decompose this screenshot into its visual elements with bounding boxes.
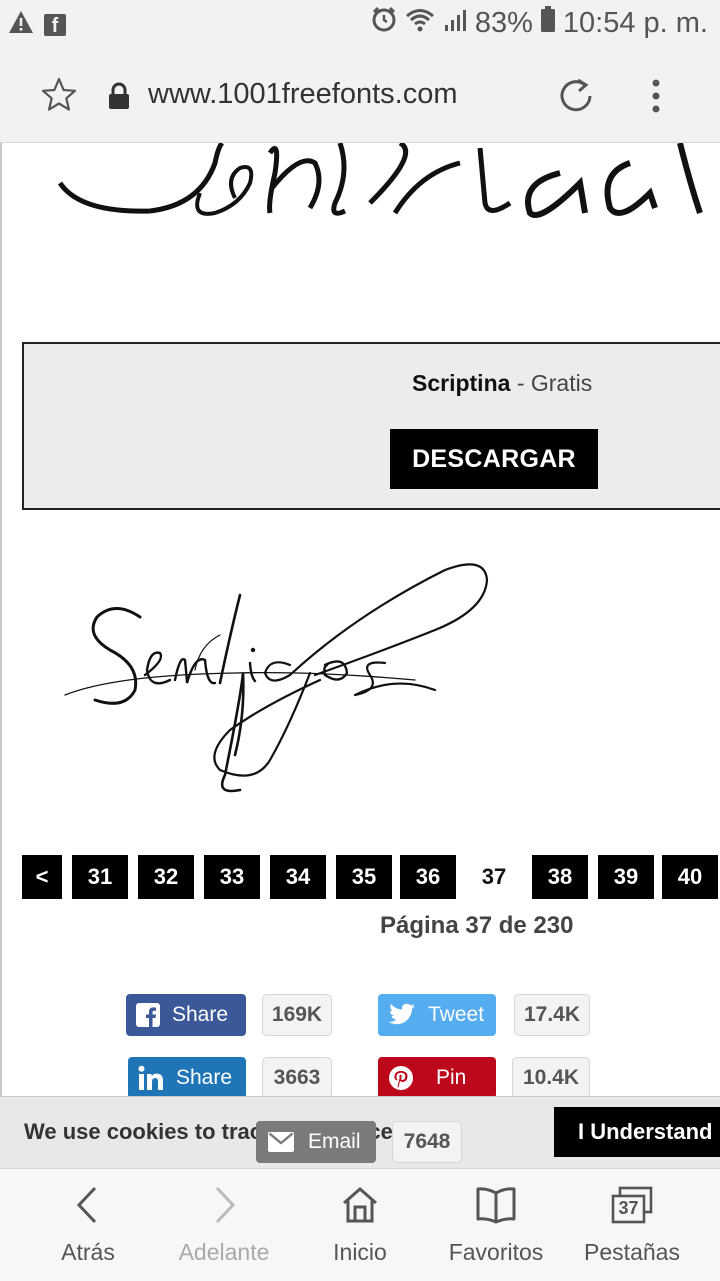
font-name[interactable]: Scriptina [412,370,510,396]
pagination-page[interactable]: 38 [532,855,588,899]
reload-icon[interactable] [556,76,596,121]
nav-forward[interactable]: Adelante [152,1169,296,1281]
more-menu-icon[interactable] [646,78,666,119]
nav-tabs[interactable]: 37 Pestañas [560,1169,704,1281]
forward-arrow-icon [209,1185,239,1230]
pinterest-pin-count: 10.4K [512,1057,590,1099]
previous-font-preview-image[interactable] [40,143,720,223]
page-info: Página 37 de 230 [380,912,574,939]
linkedin-icon [138,1065,164,1091]
wifi-icon [405,7,435,40]
font-title: Scriptina - Gratis [412,370,592,397]
pagination-page[interactable]: 33 [204,855,260,899]
nav-forward-label: Adelante [178,1239,270,1265]
pagination-current-page: 37 [481,864,507,889]
nav-home[interactable]: Inicio [288,1169,432,1281]
bookmark-star-icon[interactable] [40,76,78,119]
browser-url-bar: www.1001freefonts.com [0,50,720,143]
pagination-page[interactable]: 39 [598,855,654,899]
download-button[interactable]: DESCARGAR [390,429,598,489]
pinterest-pin-label: Pin [436,1066,467,1089]
pagination-page[interactable]: 31 [72,855,128,899]
nav-home-label: Inicio [333,1239,387,1265]
nav-bookmarks-label: Favoritos [448,1239,544,1265]
twitter-tweet-button[interactable]: Tweet [378,994,496,1036]
back-arrow-icon [73,1185,103,1230]
pagination-page[interactable]: 35 [336,855,392,899]
bookmarks-book-icon [475,1185,517,1230]
cookie-accept-button[interactable]: I Understand [554,1107,720,1157]
pagination-page[interactable]: 40 [662,855,718,899]
facebook-notification-icon: f [44,13,66,37]
battery-icon [540,6,555,40]
pagination-prev-button[interactable]: < [22,855,62,899]
facebook-icon [136,1003,160,1027]
email-share-count: 7648 [392,1121,462,1163]
nav-bookmarks[interactable]: Favoritos [424,1169,568,1281]
battery-level: 83% [474,6,533,39]
browser-bottom-nav: Atrás Adelante Inicio Favoritos 37 Pesta… [0,1168,720,1281]
linkedin-share-button[interactable]: Share [128,1057,246,1099]
clock: 10:54 p. m. [562,6,708,39]
pinterest-icon [388,1065,414,1091]
lock-icon [107,82,131,115]
nav-back-label: Atrás [61,1239,115,1265]
email-share-label: Email [308,1130,361,1153]
font-license: - Gratis [516,370,593,396]
page-left-edge [0,143,2,1098]
home-icon [340,1185,380,1230]
status-bar: f 83% 10:54 p. m. [0,0,720,50]
font-preview-image[interactable] [55,555,495,800]
alarm-icon [371,6,397,40]
facebook-share-count: 169K [262,994,332,1036]
signal-icon [443,7,467,40]
facebook-share-label: Share [172,1003,229,1026]
pagination-page[interactable]: 36 [400,855,456,899]
twitter-tweet-label: Tweet [428,1003,485,1026]
nav-back[interactable]: Atrás [16,1169,160,1281]
linkedin-share-count: 3663 [262,1057,332,1099]
warning-icon [8,10,34,39]
twitter-tweet-count: 17.4K [514,994,590,1036]
facebook-share-button[interactable]: Share [126,994,246,1036]
pinterest-pin-button[interactable]: Pin [378,1057,496,1099]
twitter-icon [388,1003,416,1027]
email-share-button[interactable]: Email [256,1121,376,1163]
pagination-page[interactable]: 32 [138,855,194,899]
nav-tabs-label: Pestañas [584,1239,680,1265]
url-text[interactable]: www.1001freefonts.com [148,78,457,111]
linkedin-share-label: Share [176,1066,233,1089]
font-download-panel: Scriptina - Gratis DESCARGAR [22,342,720,510]
tab-count: 37 [618,1198,639,1218]
email-icon [268,1132,294,1152]
pagination-page[interactable]: 34 [270,855,326,899]
tabs-icon: 37 [610,1185,654,1225]
